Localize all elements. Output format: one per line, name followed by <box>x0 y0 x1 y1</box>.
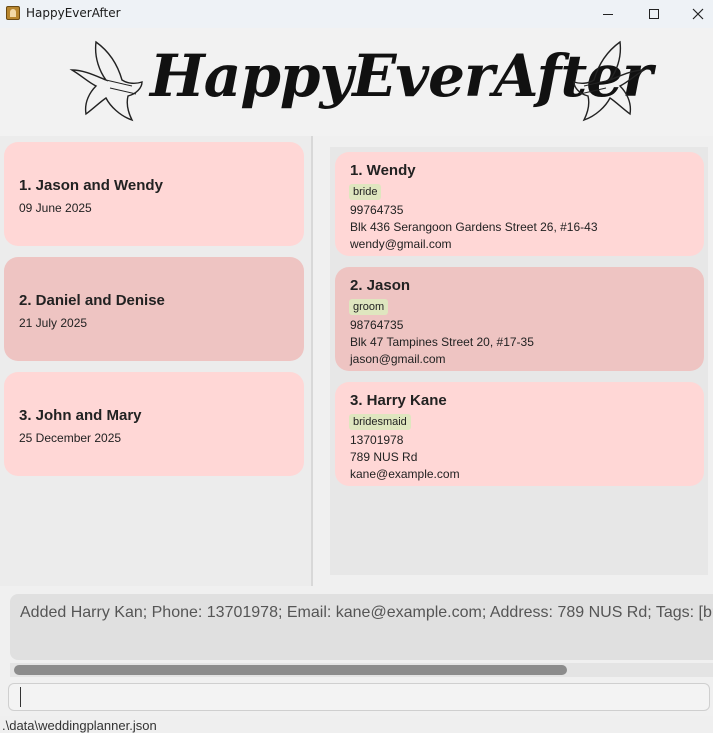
wedding-card[interactable]: 3. John and Mary 25 December 2025 <box>4 372 304 476</box>
person-address: Blk 436 Serangoon Gardens Street 26, #16… <box>350 220 598 234</box>
person-name: 3. Harry Kane <box>350 392 447 409</box>
person-email: kane@example.com <box>350 467 460 481</box>
command-box[interactable] <box>8 683 710 711</box>
banner-title: HappyEverAfter <box>150 42 653 110</box>
text-caret <box>20 687 21 707</box>
wedding-date: 25 December 2025 <box>19 431 122 445</box>
person-address: 789 NUS Rd <box>350 450 418 464</box>
wedding-list[interactable]: 1. Jason and Wendy 09 June 2025 2. Danie… <box>0 136 311 586</box>
result-display: Added Harry Kan; Phone: 13701978; Email:… <box>10 594 713 660</box>
wedding-date: 21 July 2025 <box>19 316 88 330</box>
person-tag: groom <box>349 299 389 315</box>
dove-icon <box>573 40 647 122</box>
person-card[interactable]: 3. Harry Kane bridesmaid 13701978 789 NU… <box>335 382 704 486</box>
save-file-path: .\data\weddingplanner.json <box>2 718 157 733</box>
person-tag: bridesmaid <box>349 414 411 430</box>
result-scrollbar[interactable] <box>10 663 713 677</box>
wedding-card[interactable]: 1. Jason and Wendy 09 June 2025 <box>4 142 304 246</box>
person-email: jason@gmail.com <box>350 352 446 366</box>
minimize-button[interactable] <box>585 0 631 28</box>
command-input[interactable] <box>23 686 703 708</box>
close-icon <box>692 8 704 20</box>
minimize-icon <box>603 13 613 15</box>
wedding-name: 3. John and Mary <box>19 407 142 424</box>
maximize-button[interactable] <box>631 0 677 28</box>
person-phone: 13701978 <box>350 433 404 447</box>
wedding-date: 09 June 2025 <box>19 201 92 215</box>
wedding-name: 2. Daniel and Denise <box>19 292 165 309</box>
person-card[interactable]: 2. Jason groom 98764735 Blk 47 Tampines … <box>335 267 704 371</box>
dove-icon <box>69 40 143 122</box>
maximize-icon <box>649 9 659 19</box>
scrollbar-thumb[interactable] <box>14 665 567 675</box>
person-list-panel: 1. Wendy bride 99764735 Blk 436 Serangoo… <box>313 136 713 586</box>
window-title: HappyEverAfter <box>26 6 121 20</box>
close-button[interactable] <box>675 0 713 28</box>
wedding-name: 1. Jason and Wendy <box>19 177 163 194</box>
person-name: 2. Jason <box>350 277 411 294</box>
banner: HappyEverAfter <box>0 28 713 136</box>
app-icon <box>6 6 20 20</box>
person-address: Blk 47 Tampines Street 20, #17-35 <box>350 335 534 349</box>
result-message: Added Harry Kan; Phone: 13701978; Email:… <box>20 604 713 621</box>
person-name: 1. Wendy <box>350 162 416 179</box>
person-tag: bride <box>349 184 382 200</box>
person-phone: 98764735 <box>350 318 404 332</box>
person-card[interactable]: 1. Wendy bride 99764735 Blk 436 Serangoo… <box>335 152 704 256</box>
wedding-card[interactable]: 2. Daniel and Denise 21 July 2025 <box>4 257 304 361</box>
title-bar: HappyEverAfter <box>0 0 713 28</box>
person-email: wendy@gmail.com <box>350 237 452 251</box>
status-bar: .\data\weddingplanner.json <box>0 716 713 733</box>
person-phone: 99764735 <box>350 203 404 217</box>
